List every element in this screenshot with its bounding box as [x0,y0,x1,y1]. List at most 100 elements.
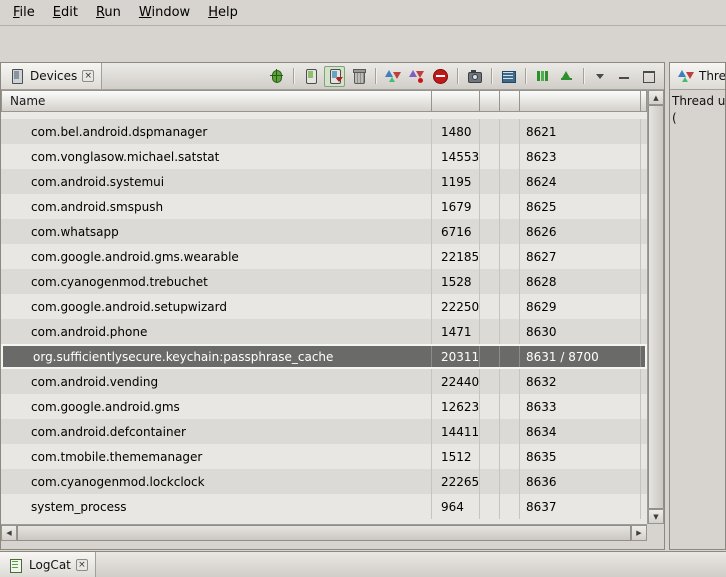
minimize-icon [616,68,633,84]
update-threads-button[interactable] [382,66,403,87]
table-row[interactable]: com.android.vending224408632 [1,369,647,394]
horizontal-scrollbar[interactable]: ◀ ▶ [1,524,647,541]
menu-window[interactable]: Window [130,2,199,23]
view-menu-icon [592,68,609,84]
process-pid: 1195 [432,169,480,194]
column-header-col3[interactable] [480,90,500,112]
dump-hprof-button[interactable] [324,66,345,87]
table-row[interactable]: com.google.android.gms.wearable221858627 [1,244,647,269]
process-col4 [500,194,520,219]
process-pid: 22265 [432,469,480,494]
table-row[interactable]: com.tmobile.thememanager15128635 [1,444,647,469]
process-col4 [500,144,520,169]
method-profiling-button[interactable] [406,66,427,87]
process-port: 8628 [520,269,641,294]
table-row[interactable]: com.cyanogenmod.trebuchet1528 8628 [1,269,647,294]
view-menu-button[interactable] [590,66,611,87]
stop-process-button[interactable] [430,66,451,87]
menu-run[interactable]: Run [87,2,130,23]
process-col3 [480,219,500,244]
column-header-pid[interactable] [432,90,480,112]
process-col3 [480,169,500,194]
ddms-window: FileEditRunWindowHelp Devices × Name [0,0,726,577]
logcat-tab-close-icon[interactable]: × [76,559,88,571]
threads-tabbar: Threa [670,63,725,90]
debug-process-button[interactable] [266,66,287,87]
process-col4 [500,119,520,144]
table-row-selected[interactable]: org.sufficientlysecure.keychain:passphra… [1,344,647,369]
column-header-col4[interactable] [500,90,520,112]
scroll-down-button[interactable]: ▼ [648,509,664,524]
scroll-up-button[interactable]: ▲ [648,90,664,105]
devices-tab-icon [8,68,25,84]
process-col3 [480,494,500,519]
process-pid: 1528 [432,269,480,294]
process-port: 8637 [520,494,641,519]
table-row[interactable]: com.cyanogenmod.lockclock222658636 [1,469,647,494]
process-name: com.cyanogenmod.lockclock [1,469,432,494]
sysinfo-button[interactable] [532,66,553,87]
menu-file[interactable]: File [4,2,44,23]
menu-help[interactable]: Help [199,2,247,23]
scroll-right-button[interactable]: ▶ [631,525,647,541]
screen-capture-button[interactable] [464,66,485,87]
table-row[interactable]: com.google.android.gms126238633 [1,394,647,419]
process-name: system_process [1,494,432,519]
table-row[interactable]: com.vonglasow.michael.satstat145538623 [1,144,647,169]
update-heap-button[interactable] [300,66,321,87]
devices-toolbar [266,63,664,89]
process-col3 [480,194,500,219]
table-row[interactable]: com.android.systemui11958624 [1,169,647,194]
process-port: 8627 [520,244,641,269]
table-row[interactable]: system_process9648637 [1,494,647,519]
capture-video-button[interactable] [498,66,519,87]
minimize-button[interactable] [614,66,635,87]
scroll-left-button[interactable]: ◀ [1,525,17,541]
horizontal-scroll-thumb[interactable] [17,525,631,541]
devices-tab-close-icon[interactable]: × [82,70,94,82]
process-col3 [480,244,500,269]
capture-video-icon [500,68,517,84]
table-row[interactable]: com.android.smspush16798625 [1,194,647,219]
table-row[interactable]: com.bel.android.dspmanager14808621 [1,119,647,144]
process-port: 8630 [520,319,641,344]
process-col4 [500,169,520,194]
tab-logcat[interactable]: LogCat × [0,552,96,577]
process-name: com.android.smspush [1,194,432,219]
table-row[interactable]: com.google.android.setupwizard222508629 [1,294,647,319]
tab-threads[interactable]: Threa [670,63,726,89]
cause-gc-button[interactable] [348,66,369,87]
maximize-button[interactable] [638,66,659,87]
process-col4 [500,219,520,244]
threads-tab-icon [677,68,694,84]
menu-edit[interactable]: Edit [44,2,87,23]
process-pid: 22440 [432,369,480,394]
process-col3 [480,346,500,367]
vertical-scrollbar[interactable]: ▲ ▼ [647,90,664,524]
table-row[interactable]: com.whatsapp67168626 [1,219,647,244]
process-pid: 1512 [432,444,480,469]
process-name: com.cyanogenmod.trebuchet [1,269,432,294]
process-name: org.sufficientlysecure.keychain:passphra… [3,346,432,367]
tab-devices[interactable]: Devices × [1,63,102,89]
process-port: 8633 [520,394,641,419]
table-row[interactable]: com.android.defcontainer144118634 [1,419,647,444]
vertical-scroll-thumb[interactable] [648,105,664,509]
toolbar-separator [293,68,294,84]
column-header-name[interactable]: Name [1,90,432,112]
process-pid: 1679 [432,194,480,219]
table-header: Name [1,90,647,112]
toolbar-separator [525,68,526,84]
hierarchy-view-button[interactable] [556,66,577,87]
process-col3 [480,394,500,419]
process-name: com.android.defcontainer [1,419,432,444]
process-pid: 1480 [432,119,480,144]
table-row[interactable]: com.android.phone14718630 [1,319,647,344]
process-col3 [480,119,500,144]
process-pid: 12623 [432,394,480,419]
column-header-port[interactable] [520,90,641,112]
process-col3 [480,444,500,469]
bottom-bar: LogCat × [0,551,726,577]
main-area: Devices × Name com.bel.android.dspmanage… [0,62,726,550]
process-pid: 22185 [432,244,480,269]
